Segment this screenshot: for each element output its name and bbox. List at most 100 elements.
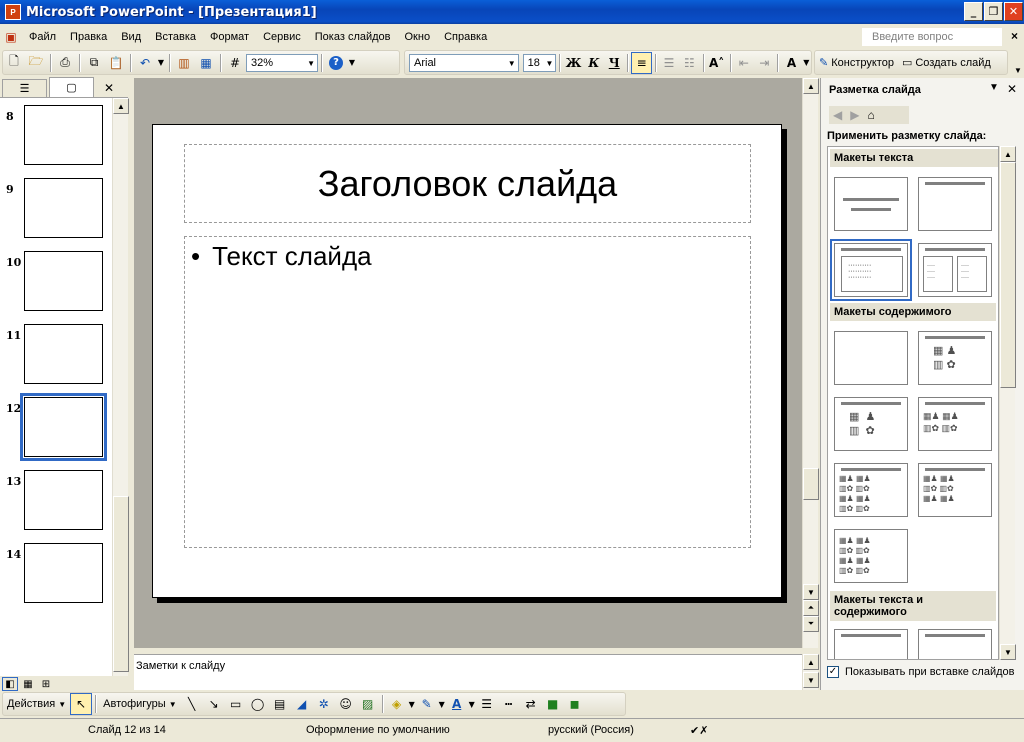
help-icon[interactable]: ? [325, 52, 347, 74]
title-placeholder[interactable]: Заголовок слайда [184, 144, 751, 223]
layout-two-content[interactable]: ▦♟ ▦♟ ▥✿ ▥✿ [918, 397, 992, 451]
menu-format[interactable]: Формат [203, 27, 256, 47]
show-on-insert-checkbox[interactable]: ✓ [827, 666, 839, 678]
arrow-style-icon[interactable]: ⇄ [520, 693, 542, 715]
textbox-icon[interactable]: ▤ [269, 693, 291, 715]
new-slide-button[interactable]: ▭ Создать слайд [898, 56, 995, 70]
body-placeholder[interactable]: • Текст слайда [184, 236, 751, 548]
notes-scrollbar[interactable]: ▲ ▼ [802, 654, 819, 690]
slide-thumbnail[interactable] [24, 178, 103, 238]
thumbnails-scrollbar[interactable]: ▲ [112, 98, 129, 678]
slide-thumbnail-selected[interactable] [20, 393, 107, 461]
oval-icon[interactable]: ◯ [247, 693, 269, 715]
menu-tools[interactable]: Сервис [256, 27, 308, 47]
clipart-icon[interactable]: ☺ [335, 693, 357, 715]
chevron-down-icon[interactable]: ▼ [468, 693, 476, 715]
slide-thumbnail[interactable] [24, 251, 103, 311]
normal-view-icon[interactable]: ◧ [2, 677, 18, 691]
font-color-icon[interactable]: A [781, 52, 801, 74]
layout-content-two[interactable]: ▦♟ ▦♟ ▥✿ ▥✿ ▦♟ ▦♟ [918, 463, 992, 517]
scroll-up-icon[interactable]: ▲ [803, 654, 819, 670]
close-pane-icon[interactable]: ✕ [104, 81, 114, 95]
scroll-down-icon[interactable]: ▼ [1000, 644, 1016, 660]
picture-icon[interactable]: ▨ [357, 693, 379, 715]
arrow-icon[interactable]: ↘ [203, 693, 225, 715]
chevron-down-icon[interactable]: ▼ [347, 52, 357, 74]
line-style-icon[interactable]: ☰ [476, 693, 498, 715]
slide-thumbnail[interactable] [24, 470, 103, 530]
layout-text-content[interactable] [834, 629, 908, 659]
close-pane-icon[interactable]: ✕ [1007, 82, 1017, 96]
layouts-scrollbar[interactable]: ▲ ▼ [999, 146, 1016, 660]
tab-outline[interactable]: ☰ [2, 79, 47, 97]
tab-slides[interactable]: ▢ [49, 77, 94, 97]
dash-style-icon[interactable]: ┅ [498, 693, 520, 715]
actions-button[interactable]: Действия ▼ [3, 698, 70, 710]
wordart-icon[interactable]: ◢ [291, 693, 313, 715]
zoom-select[interactable]: 32% ▼ [246, 53, 318, 72]
layout-content-text[interactable] [918, 629, 992, 659]
font-color-draw-icon[interactable]: A [446, 693, 468, 715]
copy-icon[interactable]: ⧉ [83, 52, 105, 74]
layout-title-only[interactable] [918, 177, 992, 231]
shadow-icon[interactable]: ■ [542, 693, 564, 715]
toolbar-overflow-icon[interactable]: ▼ [1012, 50, 1024, 75]
bullets-icon[interactable]: ☷ [679, 52, 699, 74]
spelling-icon[interactable]: ✔✗ [690, 724, 708, 737]
scroll-thumb[interactable] [803, 468, 819, 500]
slide-thumbnail[interactable] [24, 543, 103, 603]
layout-two-columns[interactable]: ···· ···· ···· ···· ···· ···· [918, 243, 992, 297]
slide-thumbnail[interactable] [24, 324, 103, 384]
diagram-icon[interactable]: ✲ [313, 693, 335, 715]
open-icon[interactable]: 🗁 [25, 52, 47, 74]
scroll-up-icon[interactable]: ▲ [1000, 146, 1016, 162]
next-slide-icon[interactable]: ⏷ [803, 616, 819, 632]
menu-file[interactable]: Файл [22, 27, 63, 47]
menu-help[interactable]: Справка [437, 27, 494, 47]
scroll-thumb[interactable] [113, 496, 129, 672]
3d-icon[interactable]: ◼ [564, 693, 586, 715]
previous-slide-icon[interactable]: ⏶ [803, 600, 819, 616]
new-icon[interactable]: 🗋 [3, 52, 25, 74]
layout-four-content-grid[interactable]: ▦♟ ▦♟ ▥✿ ▥✿ ▦♟ ▦♟ ▥✿ ▥✿ [834, 529, 908, 583]
numbering-icon[interactable]: ☰ [659, 52, 679, 74]
menu-edit[interactable]: Правка [63, 27, 114, 47]
layout-title-content[interactable]: ▦ ♟ ▥ ✿ [834, 397, 908, 451]
menu-window[interactable]: Окно [398, 27, 438, 47]
line-color-icon[interactable]: ✎ [416, 693, 438, 715]
font-select[interactable]: Arial ▼ [409, 53, 519, 72]
rectangle-icon[interactable]: ▭ [225, 693, 247, 715]
layout-title-slide[interactable] [834, 177, 908, 231]
layout-content[interactable]: ▦ ♟ ▥ ✿ [918, 331, 992, 385]
back-icon[interactable]: ◀ [833, 108, 842, 122]
help-search-input[interactable]: Введите вопрос [862, 28, 1002, 46]
home-icon[interactable]: ⌂ [867, 108, 874, 122]
print-icon[interactable]: ⎙ [54, 52, 76, 74]
scroll-down-icon[interactable]: ▼ [803, 672, 819, 688]
select-pointer-icon[interactable]: ↖ [70, 693, 93, 715]
scroll-up-icon[interactable]: ▲ [113, 98, 129, 114]
chevron-down-icon[interactable]: ▼ [438, 693, 446, 715]
scroll-thumb[interactable] [1000, 162, 1016, 388]
powerpoint-icon[interactable]: P [5, 4, 21, 20]
slideshow-icon[interactable]: ⊞ [38, 677, 54, 691]
slide-thumbnail[interactable] [24, 105, 103, 165]
designer-button[interactable]: ✎ Конструктор [815, 56, 898, 70]
undo-icon[interactable]: ↶ [134, 52, 156, 74]
notes-pane[interactable]: Заметки к слайду [134, 654, 802, 690]
layout-title-text[interactable]: ·········· ·········· ·········· [830, 239, 912, 301]
restore-button[interactable]: ❐ [984, 2, 1003, 21]
close-button[interactable]: ✕ [1004, 2, 1023, 21]
decrease-indent-icon[interactable]: ⇤ [734, 52, 754, 74]
underline-button[interactable]: Ч [604, 52, 624, 74]
undo-dropdown-icon[interactable]: ▼ [156, 52, 166, 74]
autoshapes-button[interactable]: Автофигуры ▼ [99, 698, 181, 710]
align-left-icon[interactable]: ≡ [631, 51, 652, 74]
paste-icon[interactable]: 📋 [105, 52, 127, 74]
menu-slideshow[interactable]: Показ слайдов [308, 27, 398, 47]
insert-chart-icon[interactable]: ▥ [173, 52, 195, 74]
document-icon[interactable]: ▣ [0, 26, 22, 48]
scroll-up-icon[interactable]: ▲ [803, 78, 819, 94]
layout-blank[interactable] [834, 331, 908, 385]
grid-icon[interactable]: # [224, 52, 246, 74]
